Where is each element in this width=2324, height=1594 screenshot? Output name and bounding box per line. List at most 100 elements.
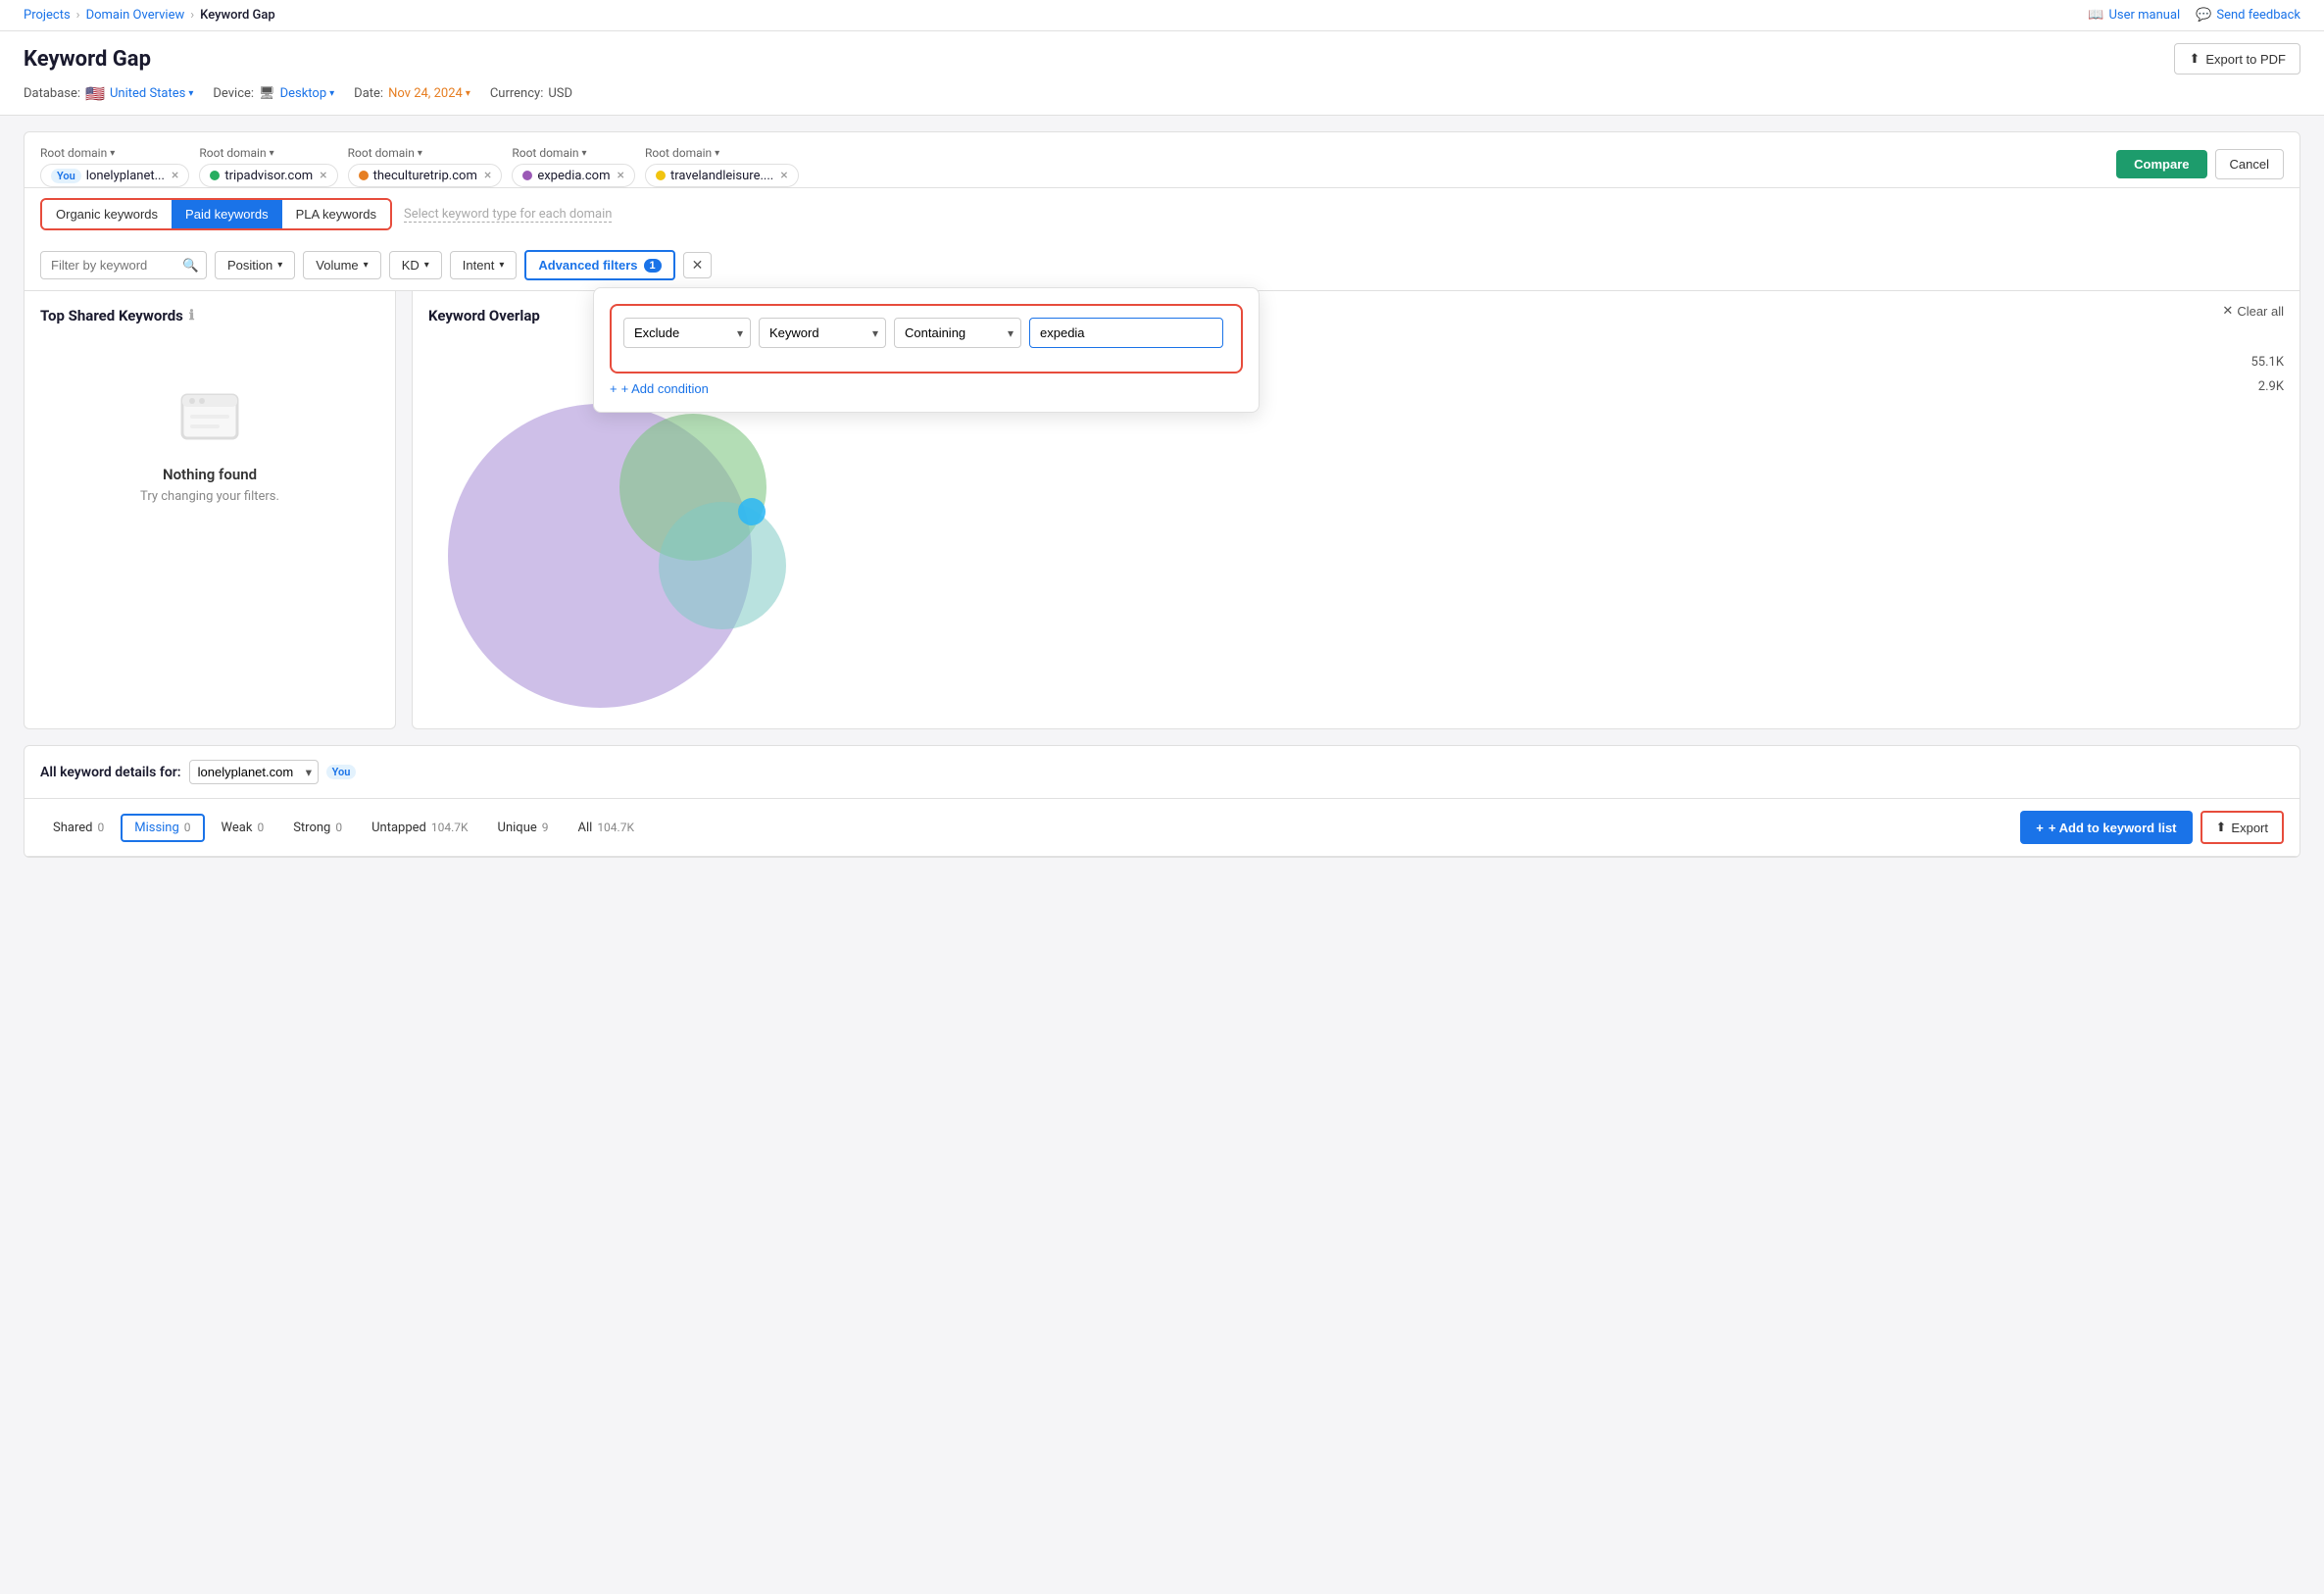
- chevron-down-icon: ▾: [270, 148, 274, 159]
- breadcrumb: Projects › Domain Overview › Keyword Gap: [24, 8, 275, 23]
- export-button[interactable]: ⬆ Export: [2200, 811, 2284, 844]
- advanced-filter-highlight: Exclude Include Keyword URL Containing: [610, 304, 1243, 374]
- organic-keywords-tab[interactable]: Organic keywords: [42, 200, 172, 228]
- tab-missing[interactable]: Missing 0: [121, 814, 204, 842]
- tab-unique[interactable]: Unique 9: [485, 815, 562, 841]
- domain-close-3[interactable]: ×: [484, 168, 491, 183]
- plus-icon: +: [610, 381, 618, 396]
- advanced-filter-count: 1: [644, 259, 662, 273]
- empty-state-icon: [174, 379, 245, 450]
- domain-dot-2: [210, 171, 220, 180]
- kd-filter[interactable]: KD ▾: [389, 251, 442, 279]
- left-panel-title: Top Shared Keywords ℹ: [40, 307, 379, 324]
- legend-count-expedia: 55.1K: [2250, 355, 2284, 370]
- chevron-down-icon: ▾: [418, 148, 422, 159]
- add-condition-button[interactable]: + + Add condition: [610, 381, 709, 396]
- paid-keywords-tab[interactable]: Paid keywords: [172, 200, 282, 228]
- export-icon: ⬆: [2189, 51, 2200, 67]
- operator-select[interactable]: Containing Not containing Starts with: [894, 318, 1021, 348]
- volume-filter[interactable]: Volume ▾: [303, 251, 380, 279]
- chevron-down-icon: ▾: [364, 260, 369, 271]
- root-domain-label-3[interactable]: Root domain ▾: [348, 146, 503, 160]
- breadcrumb-sep2: ›: [190, 8, 194, 23]
- page-title: Keyword Gap: [24, 47, 151, 72]
- nothing-found: Nothing found Try changing your filters.: [40, 340, 379, 543]
- breadcrumb-domain-overview[interactable]: Domain Overview: [86, 8, 185, 23]
- chevron-down-icon: ▾: [329, 88, 334, 99]
- keyword-details-header: All keyword details for: lonelyplanet.co…: [25, 746, 2299, 799]
- advanced-filters-button[interactable]: Advanced filters 1: [524, 250, 674, 280]
- breadcrumb-current: Keyword Gap: [200, 8, 275, 23]
- domain-col-4: Root domain ▾ expedia.com ×: [512, 146, 635, 187]
- add-to-keyword-list-button[interactable]: + + Add to keyword list: [2020, 811, 2192, 844]
- position-filter[interactable]: Position ▾: [215, 251, 295, 279]
- info-icon[interactable]: ℹ: [189, 308, 194, 324]
- domain-col-1: Root domain ▾ You lonelyplanet... ×: [40, 146, 189, 187]
- clear-all-button[interactable]: ✕ Clear all: [2222, 303, 2284, 319]
- field-select[interactable]: Keyword URL: [759, 318, 886, 348]
- desktop-icon: 🖥: [259, 86, 275, 101]
- book-icon: 📖: [2088, 8, 2103, 23]
- clear-advanced-filter-button[interactable]: ✕: [683, 252, 713, 278]
- advanced-filter-condition-row: Exclude Include Keyword URL Containing: [623, 318, 1229, 348]
- domain-tag-2: tripadvisor.com ×: [199, 164, 337, 187]
- user-manual-link[interactable]: 📖 User manual: [2088, 8, 2180, 23]
- page-header: Keyword Gap ⬆ Export to PDF Database: 🇺🇸…: [0, 31, 2324, 116]
- tab-all[interactable]: All 104.7K: [566, 815, 647, 841]
- exclude-select[interactable]: Exclude Include: [623, 318, 751, 348]
- chevron-down-icon: ▾: [277, 260, 282, 271]
- domain-dot-5: [656, 171, 666, 180]
- chevron-down-icon: ▾: [499, 260, 504, 271]
- device-selector[interactable]: Desktop ▾: [280, 86, 335, 101]
- plus-icon: +: [2036, 821, 2044, 835]
- date-selector[interactable]: Nov 24, 2024 ▾: [388, 86, 470, 101]
- tab-strong[interactable]: Strong 0: [280, 815, 355, 841]
- tab-untapped[interactable]: Untapped 104.7K: [359, 815, 480, 841]
- send-feedback-link[interactable]: 💬 Send feedback: [2196, 8, 2300, 23]
- nothing-found-sub: Try changing your filters.: [140, 489, 279, 504]
- domain-close-5[interactable]: ×: [780, 168, 787, 183]
- filter-input-wrap: 🔍: [40, 251, 207, 279]
- field-select-wrap: Keyword URL: [759, 318, 886, 348]
- currency-meta: Currency: USD: [490, 86, 572, 101]
- tab-weak[interactable]: Weak 0: [209, 815, 277, 841]
- advanced-filter-panel: Exclude Include Keyword URL Containing: [593, 287, 1260, 413]
- root-domain-label-4[interactable]: Root domain ▾: [512, 146, 635, 160]
- us-flag: 🇺🇸: [85, 84, 105, 103]
- intent-filter[interactable]: Intent ▾: [450, 251, 518, 279]
- cancel-button[interactable]: Cancel: [2215, 149, 2284, 179]
- x-icon: ✕: [2222, 303, 2233, 319]
- top-shared-keywords-panel: Top Shared Keywords ℹ Nothing found Try …: [24, 291, 396, 729]
- domain-close-2[interactable]: ×: [320, 168, 326, 183]
- search-icon-button[interactable]: 🔍: [182, 258, 199, 274]
- you-badge-bottom: You: [326, 765, 357, 779]
- chevron-down-icon: ▾: [188, 88, 193, 99]
- pla-keywords-tab[interactable]: PLA keywords: [282, 200, 390, 228]
- domain-close-1[interactable]: ×: [172, 168, 178, 183]
- root-domain-label-2[interactable]: Root domain ▾: [199, 146, 337, 160]
- date-meta: Date: Nov 24, 2024 ▾: [354, 86, 470, 101]
- tab-actions: + + Add to keyword list ⬆ Export: [2020, 811, 2284, 844]
- domain-dot-3: [359, 171, 369, 180]
- compare-button[interactable]: Compare: [2116, 150, 2206, 178]
- filter-value-input[interactable]: [1029, 318, 1223, 348]
- chevron-down-icon: ▾: [424, 260, 429, 271]
- device-meta: Device: 🖥 Desktop ▾: [213, 86, 334, 101]
- root-domain-label-1[interactable]: Root domain ▾: [40, 146, 189, 160]
- keyword-tabs-row: Shared 0 Missing 0 Weak 0 Strong 0 Untap…: [25, 799, 2299, 857]
- root-domain-label-5[interactable]: Root domain ▾: [645, 146, 799, 160]
- domain-col-2: Root domain ▾ tripadvisor.com ×: [199, 146, 337, 187]
- domain-tag-5: travelandleisure.... ×: [645, 164, 799, 187]
- main-content: Root domain ▾ You lonelyplanet... × Root…: [0, 116, 2324, 873]
- domain-close-4[interactable]: ×: [617, 168, 623, 183]
- domain-select[interactable]: lonelyplanet.com: [189, 760, 319, 784]
- tab-shared[interactable]: Shared 0: [40, 815, 117, 841]
- keyword-type-hint: Select keyword type for each domain: [404, 207, 613, 223]
- feedback-icon: 💬: [2196, 8, 2211, 23]
- breadcrumb-projects[interactable]: Projects: [24, 8, 71, 23]
- database-selector[interactable]: United States ▾: [110, 86, 193, 101]
- database-meta: Database: 🇺🇸 United States ▾: [24, 84, 193, 103]
- domain-tag-4: expedia.com ×: [512, 164, 635, 187]
- export-icon: ⬆: [2216, 820, 2227, 835]
- export-pdf-button[interactable]: ⬆ Export to PDF: [2174, 43, 2300, 75]
